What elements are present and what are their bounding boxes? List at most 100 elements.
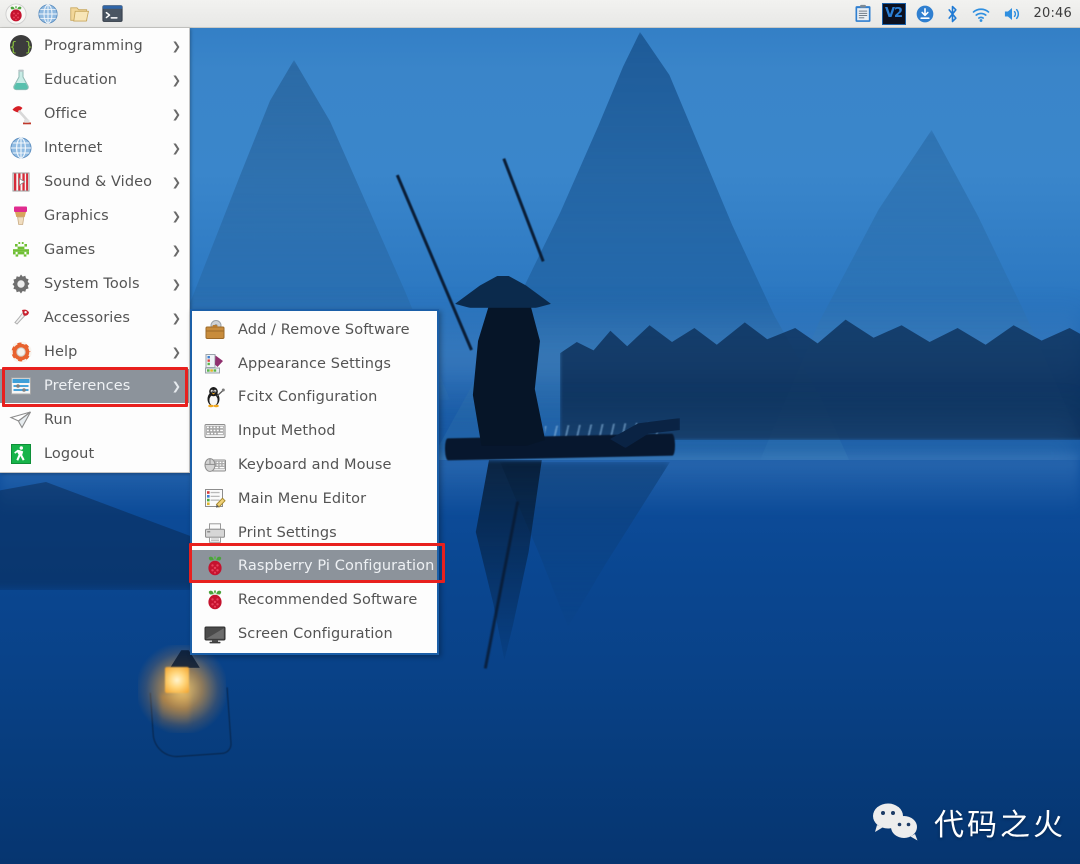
menu-item-label: Preferences [44,378,131,394]
bamboo-pole-upper [502,158,545,262]
chevron-right-icon: ❯ [171,311,181,325]
menu-item-label: Education [44,72,118,88]
menu-item-label: Games [44,242,96,258]
menu-item-label: Run [44,412,73,428]
watermark-text: 代码之火 [934,808,1066,843]
menu-item-label: Accessories [44,310,131,326]
menu-edit-icon [202,486,228,512]
desk-lamp-icon [8,101,34,127]
chevron-right-icon: ❯ [171,379,181,393]
menu-item-help[interactable]: Help ❯ [0,335,189,369]
submenu-item-fcitx-configuration[interactable]: Fcitx Configuration [192,381,437,415]
menu-item-programming[interactable]: { } Programming ❯ [0,29,189,63]
menu-item-label: Logout [44,446,95,462]
submenu-item-keyboard-and-mouse[interactable]: Keyboard and Mouse [192,448,437,482]
updater-icon[interactable] [915,4,935,24]
submenu-item-add-remove-software[interactable]: Add / Remove Software [192,313,437,347]
menu-item-label: Help [44,344,78,360]
menu-item-label: Graphics [44,208,109,224]
chevron-right-icon: ❯ [171,175,181,189]
submenu-item-label: Keyboard and Mouse [238,457,392,474]
chevron-right-icon: ❯ [171,107,181,121]
taskbar-tray: V2 20:46 [853,2,1080,25]
file-manager-icon[interactable] [67,2,93,26]
menu-item-games[interactable]: Games ❯ [0,233,189,267]
menu-item-label: System Tools [44,276,140,292]
wifi-icon[interactable] [970,4,992,24]
menu-item-education[interactable]: Education ❯ [0,63,189,97]
submenu-item-label: Print Settings [238,524,337,541]
taskbar-launchers [0,2,125,26]
menu-item-system-tools[interactable]: System Tools ❯ [0,267,189,301]
preferences-submenu: Add / Remove Software Appearance Setting… [190,309,439,655]
submenu-item-label: Raspberry Pi Configuration [238,558,435,575]
keyboard-icon [202,418,228,444]
menu-item-label: Internet [44,140,103,156]
submenu-item-appearance-settings[interactable]: Appearance Settings [192,347,437,381]
menu-item-accessories[interactable]: Accessories ❯ [0,301,189,335]
submenu-item-main-menu-editor[interactable]: Main Menu Editor [192,482,437,516]
menu-item-sound-and-video[interactable]: Sound & Video ❯ [0,165,189,199]
chevron-right-icon: ❯ [171,209,181,223]
penguin-icon [202,384,228,410]
menu-item-graphics[interactable]: Graphics ❯ [0,199,189,233]
submenu-item-screen-configuration[interactable]: Screen Configuration [192,617,437,651]
terminal-icon[interactable] [99,2,125,26]
chevron-right-icon: ❯ [171,243,181,257]
submenu-item-label: Screen Configuration [238,626,393,643]
wechat-icon [870,801,922,843]
submenu-item-label: Fcitx Configuration [238,389,378,406]
raspberry-icon [202,587,228,613]
space-invader-icon [8,237,34,263]
palette-icon [202,351,228,377]
submenu-item-input-method[interactable]: Input Method [192,414,437,448]
submenu-item-label: Appearance Settings [238,355,392,372]
sliders-icon [8,373,34,399]
package-icon [202,317,228,343]
v2ray-icon[interactable]: V2 [881,2,906,25]
lifebuoy-icon [8,339,34,365]
raspberry-menu-icon[interactable] [3,2,29,26]
volume-icon[interactable] [1001,4,1023,24]
mouse-keyboard-icon [202,452,228,478]
submenu-item-label: Recommended Software [238,592,418,609]
menu-item-logout[interactable]: Logout [0,437,189,471]
swiss-knife-icon [8,305,34,331]
menu-item-office[interactable]: Office ❯ [0,97,189,131]
web-browser-icon[interactable] [35,2,61,26]
menu-item-run[interactable]: Run [0,403,189,437]
globe-icon [8,135,34,161]
exit-run-icon [8,441,34,467]
submenu-item-label: Add / Remove Software [238,321,410,338]
paper-plane-icon [8,407,34,433]
raspberry-icon [202,553,228,579]
menu-item-label: Office [44,106,88,122]
clock[interactable]: 20:46 [1032,6,1072,21]
submenu-item-recommended-software[interactable]: Recommended Software [192,583,437,617]
monitor-icon [202,621,228,647]
menu-item-internet[interactable]: Internet ❯ [0,131,189,165]
clipboard-icon[interactable] [853,4,873,24]
taskbar: V2 20:46 [0,0,1080,28]
chevron-right-icon: ❯ [171,277,181,291]
svg-text:{ }: { } [9,40,32,55]
chevron-right-icon: ❯ [171,73,181,87]
paintbrush-icon [8,203,34,229]
lantern-lamp [165,667,189,693]
desktop-screen: V2 20:46 {} Programming ❯ Education ❯ O… [0,0,1080,864]
braces-icon: { } [8,33,34,59]
film-icon [8,169,34,195]
chevron-right-icon: ❯ [171,345,181,359]
gear-icon [8,271,34,297]
submenu-item-label: Main Menu Editor [238,490,367,507]
printer-icon [202,520,228,546]
menu-item-preferences[interactable]: Preferences ❯ [0,369,189,403]
submenu-item-print-settings[interactable]: Print Settings [192,516,437,550]
submenu-item-label: Input Method [238,423,336,440]
chevron-right-icon: ❯ [171,141,181,155]
submenu-item-raspberry-pi-configuration[interactable]: Raspberry Pi Configuration [192,549,437,584]
menu-item-label: Programming [44,38,143,54]
bluetooth-icon[interactable] [944,4,961,24]
flask-icon [8,67,34,93]
chevron-right-icon: ❯ [171,39,181,53]
